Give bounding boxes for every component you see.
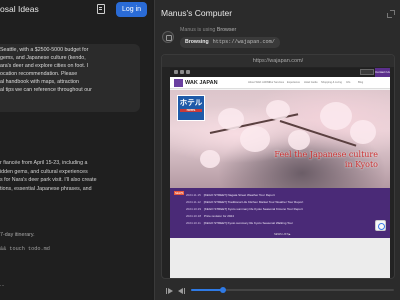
site-nav-item: About WAK JAPAN (248, 81, 271, 84)
terminal-command[interactable]: && touch todo.md (0, 246, 50, 252)
itinerary-note: 7-day itinerary. (0, 232, 35, 238)
reply-line: idden gems, and cultural experiences (0, 168, 88, 175)
website-screenshot: Contact Us WAK JAPAN About WAK JAPAN Our… (170, 68, 390, 278)
hero-caption: Feel the Japanese culture in Kyoto (274, 150, 378, 170)
news-item: 2024.11.15 [KEGO STREET] Nagata Street We… (186, 193, 275, 197)
site-nav-item: Shopping & Living (321, 81, 342, 84)
expand-icon[interactable] (387, 10, 395, 18)
message-line: Seattle, with a $2500-5000 budget for (0, 47, 89, 53)
site-logo-text: WAK JAPAN (185, 80, 218, 86)
hotel-sign-text: ホテル (179, 98, 203, 107)
blossom-shape (218, 108, 244, 130)
chat-pane: osal Ideas Log in Seattle, with a $2500-… (0, 0, 152, 300)
hotel-sign-subtext: HOTEL (180, 109, 202, 112)
site-nav-item: Hotel Guide (304, 81, 318, 84)
status-tool: Browser (216, 27, 237, 33)
news-item: 2024.10.29 [KEGO STREET] Kyoto summary li… (186, 207, 303, 211)
site-logo-icon (174, 79, 183, 87)
blossom-shape (266, 100, 290, 120)
address-bar: https://wajapan.com/ (162, 55, 394, 67)
login-button[interactable]: Log in (116, 2, 147, 17)
computer-title: Manus's Computer (161, 8, 233, 18)
news-list-link: NEWS LIST ▶ (274, 233, 291, 236)
reply-line: r fiancée from April 15-23, including a (0, 160, 88, 166)
reply-line: s for Nara's deer park visit. I'll also … (0, 177, 97, 184)
site-nav-item: Info (346, 81, 351, 84)
blossom-shape (350, 120, 376, 144)
skip-back-icon[interactable] (166, 287, 174, 295)
action-label: Browsing (185, 39, 209, 45)
chat-title: osal Ideas (0, 4, 39, 14)
status-prefix: Manus is using (180, 27, 217, 33)
computer-pane: Manus's Computer Manus is using Browser … (154, 0, 400, 300)
site-nav-item: Experience (287, 81, 300, 84)
message-line: al tips we can reference throughout our (0, 87, 92, 93)
blossom-shape (288, 130, 310, 150)
site-topbar: Contact Us (170, 68, 390, 77)
assistant-reply: r fiancée from April 15-23, including a … (0, 159, 150, 194)
hotel-sign: ホテル HOTEL (177, 95, 205, 121)
playback-progress (191, 289, 224, 291)
blossom-shape (240, 126, 270, 152)
news-item: 2024.11.12 [KEGO STREET] Traditional Life… (186, 200, 304, 204)
message-line: ocation recommendation. Please (0, 71, 78, 77)
hero-line-2: in Kyoto (344, 160, 378, 169)
reply-line: tions, essential Japanese phrases, and (0, 186, 92, 193)
news-item: 2024.10.11 [KEGO STREET] Kyoto summary li… (186, 221, 293, 225)
news-label: NEWS (174, 191, 185, 195)
skip-forward-icon[interactable] (178, 287, 186, 295)
site-footer-area (170, 238, 390, 278)
browser-status-icon (162, 31, 174, 43)
social-icon (186, 70, 190, 74)
hero-image: ホテル HOTEL Feel the Japanese culture in K… (170, 90, 390, 188)
action-url: https://wajapan.com/ (212, 39, 275, 45)
playback-slider[interactable] (191, 287, 394, 293)
contact-button: Contact Us (375, 68, 390, 77)
social-icon (174, 70, 178, 74)
news-section: NEWS 2024.11.15 [KEGO STREET] Nagata Stre… (170, 188, 390, 238)
site-search-box (360, 69, 374, 75)
social-icon (180, 70, 184, 74)
blossom-shape (320, 102, 352, 130)
message-line: ara's deer and explore cities on foot. I (0, 63, 89, 69)
trailing-text: ... (0, 282, 5, 288)
document-icon[interactable] (97, 4, 105, 14)
site-nav-item: Blog (358, 81, 364, 84)
message-line: al handbook with maps, attraction (0, 79, 79, 85)
action-pill: Browsing https://wajapan.com/ (180, 37, 280, 48)
recaptcha-icon (375, 220, 386, 231)
hero-line-1: Feel the Japanese culture (274, 150, 378, 159)
site-navbar: WAK JAPAN About WAK JAPAN Our Services E… (170, 77, 390, 89)
site-nav-item: Our Services (269, 81, 284, 84)
tool-status: Manus is using Browser (180, 27, 236, 33)
message-line: gems, and Japanese culture (kendo, (0, 55, 86, 61)
blossom-shape (200, 150, 220, 168)
news-item: 2024.10.18 Price revision for 2024 (186, 214, 234, 218)
browser-screen: https://wajapan.com/ Contact Us WAK JAPA… (161, 54, 395, 279)
user-message-bubble: Seattle, with a $2500-5000 budget for ge… (0, 44, 140, 112)
